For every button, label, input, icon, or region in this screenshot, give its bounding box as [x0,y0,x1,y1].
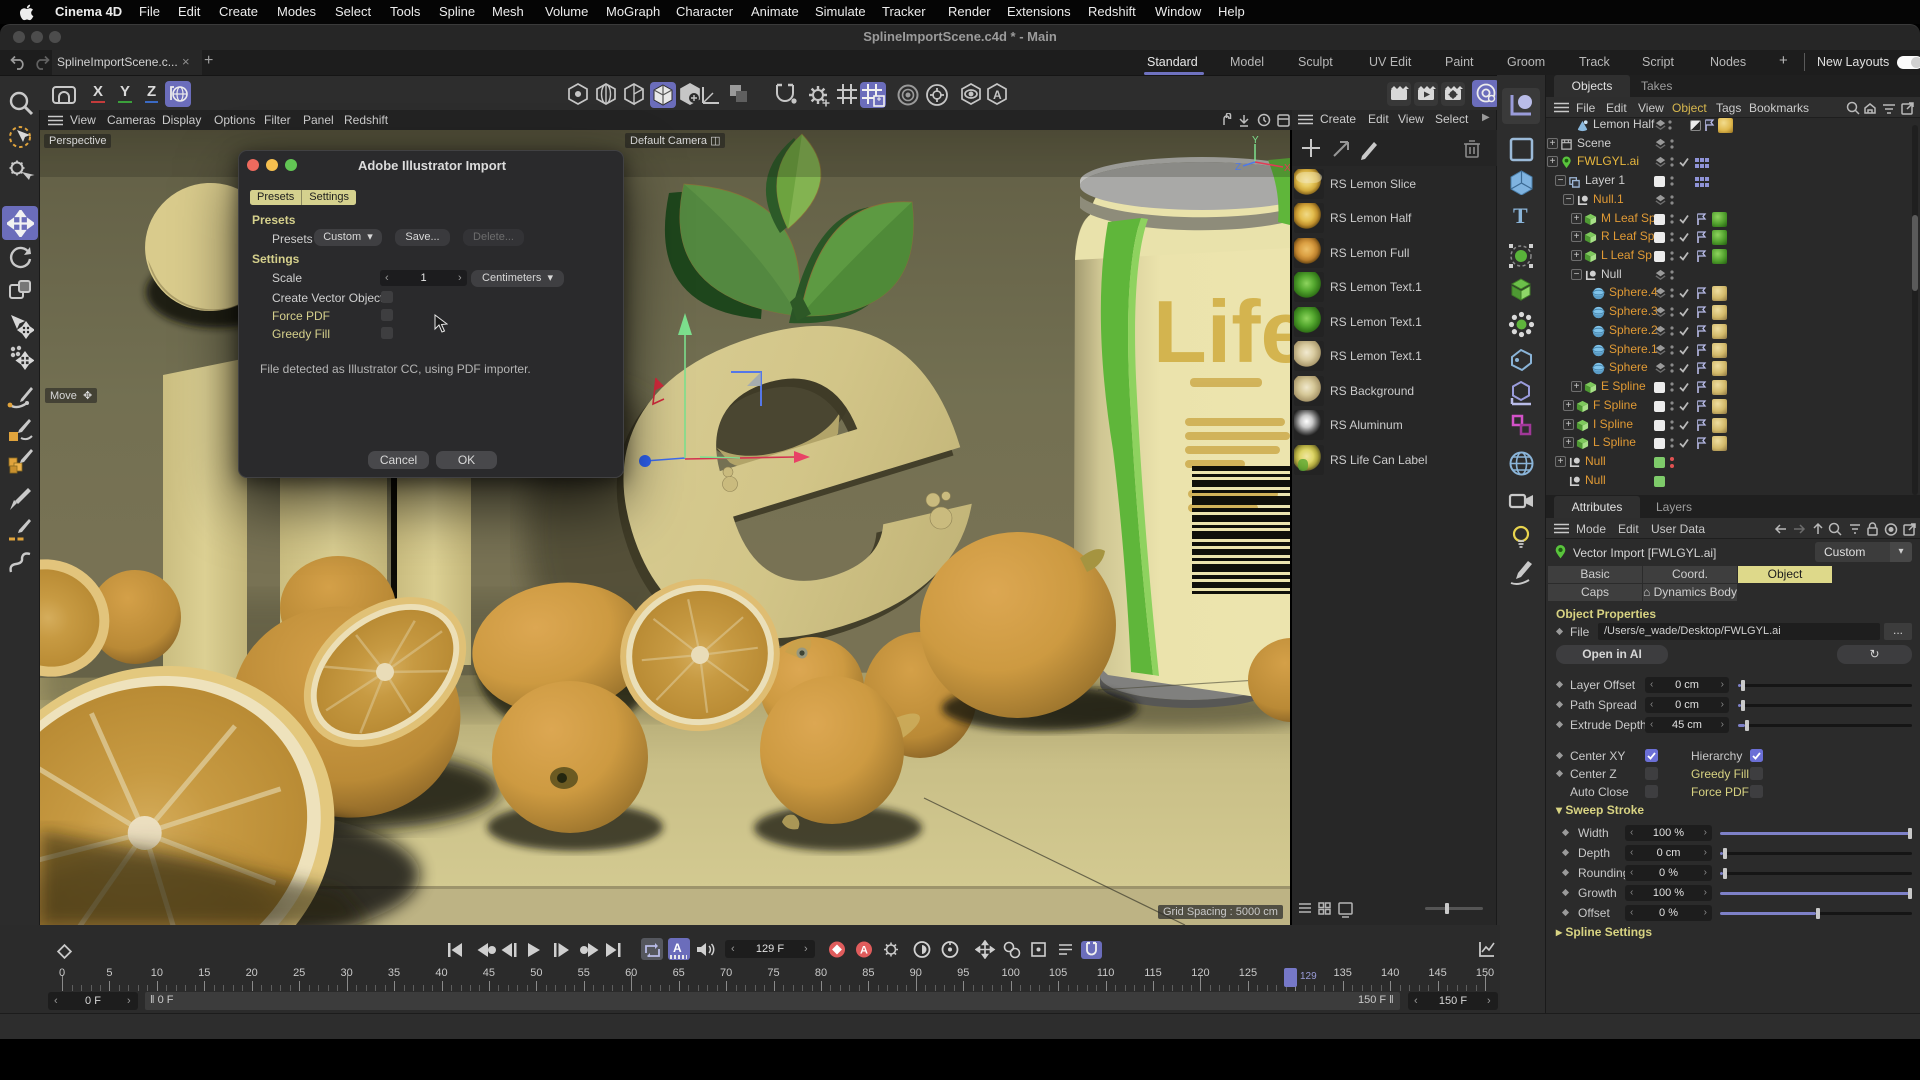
svg-text:A: A [993,88,1002,102]
svg-text:Y: Y [1252,135,1259,146]
svg-text:Z: Z [1235,162,1241,173]
svg-text:A: A [860,945,868,957]
svg-text:T: T [1513,203,1528,228]
svg-text:X: X [1284,163,1290,174]
svg-text:Life: Life [1153,282,1290,381]
